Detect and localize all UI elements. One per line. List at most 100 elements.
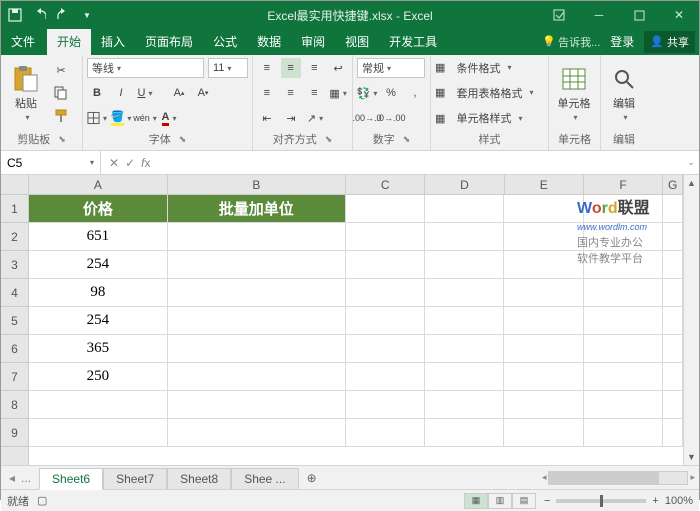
cell-G5[interactable] — [663, 307, 683, 335]
decrease-decimal-icon[interactable]: .0→.00 — [381, 108, 401, 128]
cell-D1[interactable] — [425, 195, 504, 223]
cell-C3[interactable] — [346, 251, 425, 279]
qat-dropdown-icon[interactable]: ▼ — [79, 7, 95, 23]
cell-D5[interactable] — [425, 307, 504, 335]
dialog-launcher-icon[interactable]: ⬊ — [179, 134, 187, 145]
cell-C1[interactable] — [346, 195, 425, 223]
undo-icon[interactable] — [31, 7, 47, 23]
align-right-icon[interactable]: ≡ — [305, 83, 325, 103]
percent-icon[interactable]: % — [381, 83, 401, 103]
col-header-D[interactable]: D — [425, 175, 504, 194]
col-header-E[interactable]: E — [505, 175, 584, 194]
close-icon[interactable]: ✕ — [659, 1, 699, 29]
tab-view[interactable]: 视图 — [335, 28, 379, 55]
cells-button[interactable]: 单元格▾ — [553, 57, 595, 129]
cell-C9[interactable] — [346, 419, 425, 447]
cell-G7[interactable] — [663, 363, 683, 391]
cell-G9[interactable] — [663, 419, 683, 447]
cell-A1[interactable]: 价格 — [29, 195, 168, 223]
col-header-B[interactable]: B — [168, 175, 346, 194]
align-center-icon[interactable]: ≡ — [281, 83, 301, 103]
col-header-F[interactable]: F — [584, 175, 663, 194]
fx-icon[interactable]: fx — [141, 156, 150, 170]
cell-C4[interactable] — [346, 279, 425, 307]
cell-E2[interactable] — [504, 223, 583, 251]
tab-home[interactable]: 开始 — [47, 28, 91, 55]
number-format-combo[interactable]: 常规▾ — [357, 58, 425, 78]
cancel-formula-icon[interactable]: ✕ — [109, 156, 119, 170]
format-painter-icon[interactable] — [51, 106, 71, 126]
zoom-in-icon[interactable]: + — [652, 495, 658, 507]
login-link[interactable]: 登录 — [604, 28, 640, 55]
bold-button[interactable]: B — [87, 83, 107, 103]
tell-me[interactable]: 💡告诉我... — [542, 34, 600, 50]
underline-button[interactable]: U▾ — [135, 83, 155, 103]
tab-review[interactable]: 审阅 — [291, 28, 335, 55]
row-headers[interactable]: 123456789 — [1, 195, 29, 465]
wrap-text-icon[interactable]: ↩ — [328, 58, 348, 78]
conditional-format-button[interactable]: ▦ 条件格式▾ — [435, 57, 544, 78]
cell-E9[interactable] — [504, 419, 583, 447]
redo-icon[interactable] — [55, 7, 71, 23]
cell-G6[interactable] — [663, 335, 683, 363]
minimize-icon[interactable]: ─ — [579, 1, 619, 29]
row-header-3[interactable]: 3 — [1, 251, 28, 279]
tab-formulas[interactable]: 公式 — [203, 28, 247, 55]
tab-file[interactable]: 文件 — [1, 28, 45, 55]
row-header-7[interactable]: 7 — [1, 363, 28, 391]
cell-D2[interactable] — [425, 223, 504, 251]
cell-G8[interactable] — [663, 391, 683, 419]
cell-B5[interactable] — [168, 307, 346, 335]
scroll-right-icon[interactable]: ▸ — [690, 472, 695, 483]
cell-F4[interactable] — [584, 279, 663, 307]
formula-bar[interactable] — [158, 151, 683, 174]
font-color-icon[interactable]: A▾ — [159, 108, 179, 128]
sheet-tab-9[interactable]: Shee ... — [231, 468, 298, 489]
font-size-combo[interactable]: 11▾ — [208, 58, 248, 78]
cell-G4[interactable] — [663, 279, 683, 307]
row-header-5[interactable]: 5 — [1, 307, 28, 335]
row-header-1[interactable]: 1 — [1, 195, 28, 223]
accounting-format-icon[interactable]: 💱▾ — [357, 83, 377, 103]
align-middle-icon[interactable]: ≡ — [281, 58, 301, 78]
align-top-icon[interactable]: ≡ — [257, 58, 277, 78]
cell-D6[interactable] — [425, 335, 504, 363]
table-format-button[interactable]: ▦ 套用表格格式▾ — [435, 82, 544, 103]
tab-data[interactable]: 数据 — [247, 28, 291, 55]
cell-B9[interactable] — [168, 419, 346, 447]
cell-F7[interactable] — [584, 363, 663, 391]
increase-font-icon[interactable]: A▴ — [169, 83, 189, 103]
expand-formula-icon[interactable]: ⌄ — [683, 157, 699, 168]
cell-style-button[interactable]: ▦ 单元格样式▾ — [435, 108, 544, 129]
col-header-C[interactable]: C — [346, 175, 425, 194]
cell-A5[interactable]: 254 — [29, 307, 168, 335]
comma-icon[interactable]: , — [405, 83, 425, 103]
sheet-nav-menu[interactable]: ... — [21, 471, 31, 485]
increase-decimal-icon[interactable]: .00→.0 — [357, 108, 377, 128]
cell-B7[interactable] — [168, 363, 346, 391]
cell-C2[interactable] — [346, 223, 425, 251]
cell-E8[interactable] — [504, 391, 583, 419]
align-left-icon[interactable]: ≡ — [257, 83, 277, 103]
add-sheet-icon[interactable]: ⊕ — [299, 471, 325, 485]
share-button[interactable]: 👤共享 — [644, 31, 695, 53]
cell-F5[interactable] — [584, 307, 663, 335]
cell-C6[interactable] — [346, 335, 425, 363]
macro-record-icon[interactable]: ▢ — [37, 494, 47, 507]
col-header-A[interactable]: A — [29, 175, 168, 194]
tab-layout[interactable]: 页面布局 — [135, 28, 203, 55]
zoom-level[interactable]: 100% — [665, 495, 693, 507]
maximize-icon[interactable] — [619, 1, 659, 29]
align-bottom-icon[interactable]: ≡ — [305, 58, 325, 78]
cell-F6[interactable] — [584, 335, 663, 363]
cut-icon[interactable]: ✂ — [51, 60, 71, 80]
cell-A4[interactable]: 98 — [29, 279, 168, 307]
cell-A6[interactable]: 365 — [29, 335, 168, 363]
dialog-launcher-icon[interactable]: ⬊ — [325, 134, 333, 145]
cell-A8[interactable] — [29, 391, 168, 419]
tab-dev[interactable]: 开发工具 — [379, 28, 447, 55]
cell-C8[interactable] — [346, 391, 425, 419]
fill-color-icon[interactable]: 🪣▾ — [111, 108, 131, 128]
cell-F8[interactable] — [584, 391, 663, 419]
cell-D8[interactable] — [425, 391, 504, 419]
